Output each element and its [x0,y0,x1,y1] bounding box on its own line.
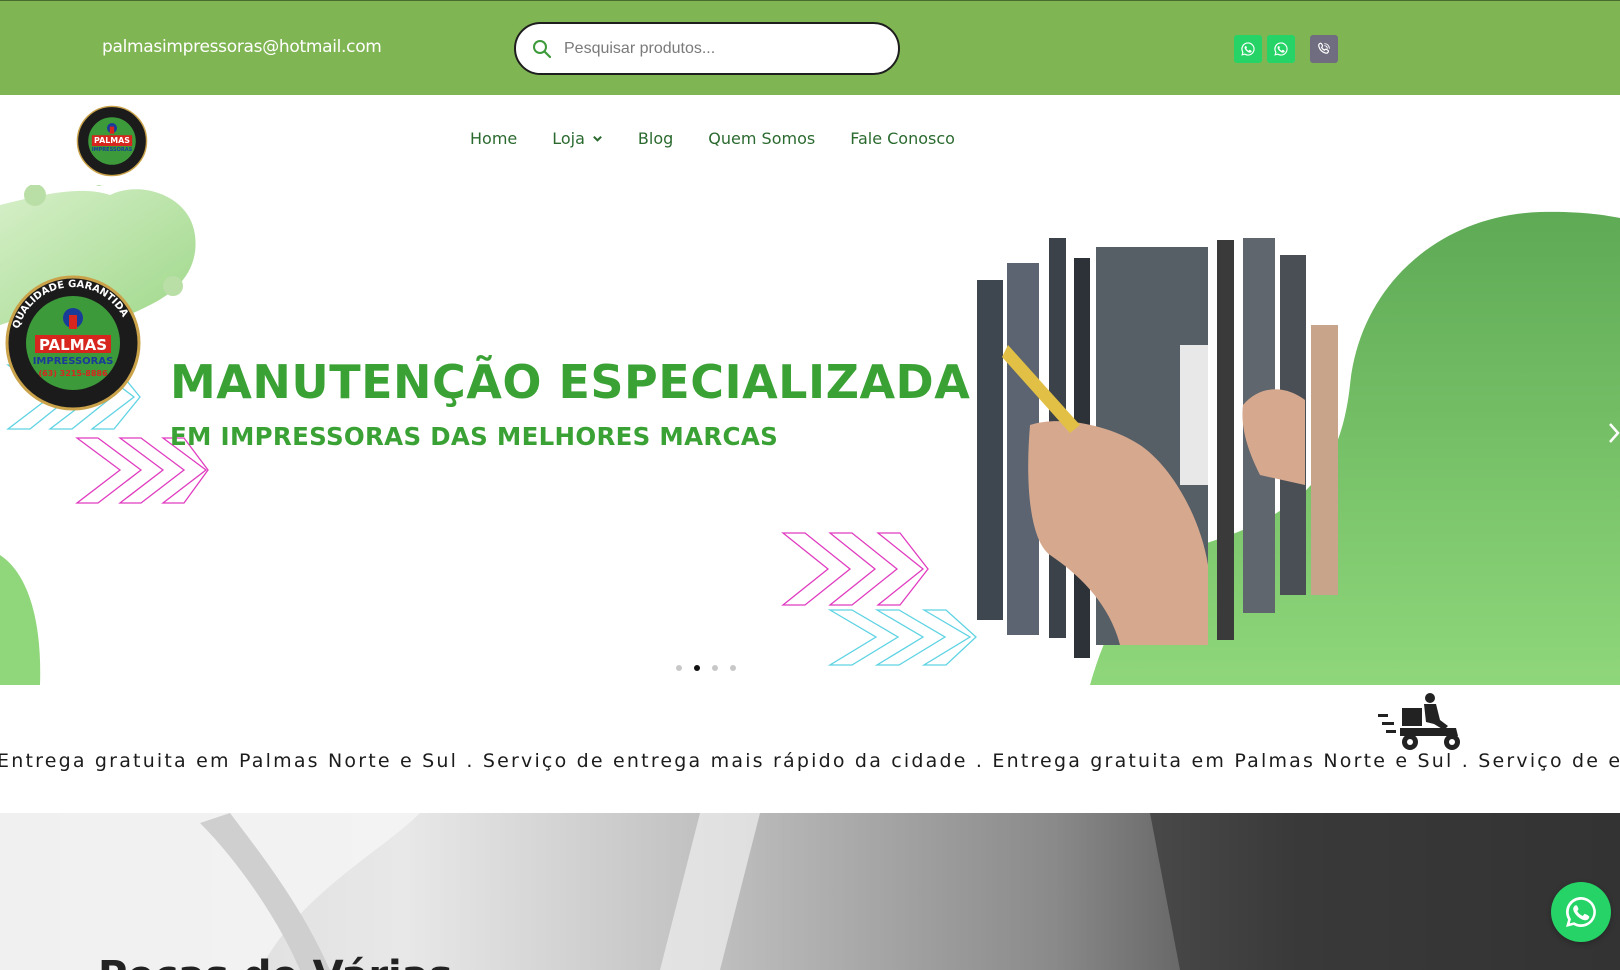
contact-email[interactable]: palmasimpressoras@hotmail.com [102,37,382,57]
decor-chevrons-cyan-right [827,609,977,666]
nav-fale-conosco[interactable]: Fale Conosco [850,129,955,148]
whatsapp-icon [1566,897,1596,927]
svg-text:IMPRESSORAS: IMPRESSORAS [33,356,114,367]
main-nav: Home Loja Blog Quem Somos Fale Conosco [470,129,990,148]
slider-dot-4[interactable] [730,665,736,671]
delivery-marquee: Entrega gratuita em Palmas Norte e Sul .… [0,750,1620,772]
product-search[interactable] [514,22,900,75]
nav-fale-conosco-label: Fale Conosco [850,129,955,148]
svg-text:(63) 3215-8886: (63) 3215-8886 [38,369,108,378]
whatsapp-icon [1241,42,1255,56]
svg-text:IMPRESSORAS: IMPRESSORAS [92,147,133,153]
chevron-right-icon[interactable] [1607,421,1620,445]
search-icon [533,40,552,59]
nav-loja[interactable]: Loja [552,129,603,148]
nav-blog[interactable]: Blog [638,129,673,148]
viber-phone-icon [1318,42,1330,54]
hero-logo-badge: PALMAS IMPRESSORAS (63) 3215-8886 QUALID… [5,275,141,411]
viber-button[interactable] [1310,35,1338,63]
nav-home-label: Home [470,129,518,148]
nav-quem-somos[interactable]: Quem Somos [708,129,815,148]
hero-slider: PALMAS IMPRESSORAS (63) 3215-8886 QUALID… [0,185,1620,685]
slider-pagination [676,665,736,671]
svg-text:PALMAS: PALMAS [39,336,107,354]
parts-section: Peças de Várias [0,813,1620,970]
slider-dot-2[interactable] [694,665,700,671]
chevron-down-icon [593,135,602,142]
top-bar: palmasimpressoras@hotmail.com [0,0,1620,95]
whatsapp-button-2[interactable] [1267,35,1295,63]
svg-text:PALMAS: PALMAS [94,136,130,145]
parts-background-photo [0,813,1620,970]
delivery-text: Entrega gratuita em Palmas Norte e Sul .… [0,750,1620,772]
slider-dot-3[interactable] [712,665,718,671]
hero-subtitle: EM IMPRESSORAS DAS MELHORES MARCAS [170,422,779,451]
parts-heading: Peças de Várias [98,953,453,970]
slider-dot-1[interactable] [676,665,682,671]
whatsapp-button-1[interactable] [1234,35,1262,63]
site-logo[interactable]: PALMAS IMPRESSORAS [76,105,148,177]
nav-blog-label: Blog [637,129,674,148]
nav-loja-label: Loja [552,129,585,148]
whatsapp-icon [1274,42,1288,56]
whatsapp-float-button[interactable] [1551,882,1611,942]
search-input[interactable] [564,34,884,64]
hero-photo-strips [977,238,1338,658]
nav-home[interactable]: Home [470,129,517,148]
decor-chevrons-magenta-right [781,532,929,606]
delivery-scooter-icon [1378,693,1460,750]
nav-quem-somos-label: Quem Somos [708,129,816,148]
hero-title: MANUTENÇÃO ESPECIALIZADA [170,355,971,409]
decor-blob-bottom-left [0,555,41,685]
